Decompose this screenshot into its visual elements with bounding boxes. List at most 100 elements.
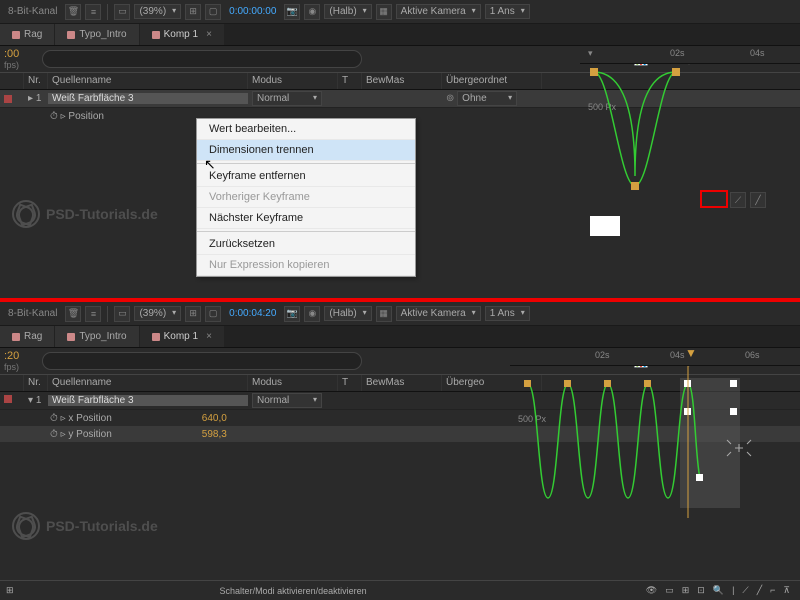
zoom-dropdown[interactable]: (39%) (134, 4, 181, 19)
watermark: PSD-Tutorials.de (12, 200, 158, 228)
channel-icon[interactable]: ◉ (304, 4, 320, 20)
channel-label: 8-Bit-Kanal (4, 308, 61, 319)
tab-typo-intro[interactable]: Typo_Intro (55, 326, 139, 347)
camera-dropdown[interactable]: Aktive Kamera (396, 4, 481, 19)
panel-menu-icon[interactable]: ≡ (85, 306, 101, 322)
close-icon[interactable]: × (206, 29, 212, 40)
tab-rag[interactable]: Rag (0, 326, 55, 347)
channel-icon[interactable]: ◉ (304, 306, 320, 322)
watermark: PSD-Tutorials.de (12, 512, 158, 540)
grid-icon[interactable]: ⊞ (185, 4, 201, 20)
menu-prev-keyframe: Vorheriger Keyframe (197, 187, 415, 208)
highlight-box (700, 190, 728, 208)
current-time[interactable]: :20 (4, 350, 19, 362)
graph-type-icon[interactable]: ▭ (665, 585, 674, 596)
trash-icon[interactable]: 🗑 (65, 306, 81, 322)
graph-editor-top[interactable]: ▾ 02s 04s 500 Px ⟋ ╱ (580, 46, 800, 276)
panel-menu-icon[interactable]: ≡ (85, 4, 101, 20)
col-trackmat: BewMas (362, 73, 442, 89)
timeline-tabs: Rag Typo_Intro Komp 1× (0, 326, 800, 348)
viewer-toolbar-bottom: 8-Bit-Kanal 🗑 ≡ ▭ (39%) ⊞ ▢ 0:00:04:20 📷… (0, 302, 800, 326)
keyframe-nav-icon[interactable]: ▹ (61, 413, 66, 424)
keyframe-nav-icon[interactable]: ▹ (61, 111, 66, 122)
col-visibility (0, 73, 24, 89)
viewer-toolbar-top: 8-Bit-Kanal 🗑 ≡ ▭ (39%) ⊞ ▢ 0:00:00:00 📷… (0, 0, 800, 24)
layer-name[interactable]: Weiß Farbfläche 3 (48, 93, 248, 104)
menu-separate-dimensions[interactable]: Dimensionen trennen (197, 140, 415, 161)
layer-name[interactable]: Weiß Farbfläche 3 (48, 395, 248, 406)
tab-rag[interactable]: Rag (0, 24, 55, 45)
expand-icon[interactable]: ▾ (28, 395, 33, 406)
transparency-icon[interactable]: ▦ (376, 306, 392, 322)
menu-reset[interactable]: Zurücksetzen (197, 234, 415, 255)
menu-next-keyframe[interactable]: Nächster Keyframe (197, 208, 415, 229)
trash-icon[interactable]: 🗑 (65, 4, 81, 20)
bezier-icon[interactable]: ⟋ (742, 585, 748, 596)
blend-mode-dropdown[interactable]: Normal (252, 393, 322, 408)
region-icon[interactable]: ▭ (114, 306, 130, 322)
quality-dropdown[interactable]: (Halb) (324, 306, 371, 321)
y-pos-value[interactable]: 598,3 (202, 429, 227, 440)
fit-icon[interactable]: ⊡ (697, 585, 705, 596)
mask-icon[interactable]: ▢ (205, 4, 221, 20)
zoom-icon[interactable]: 🔍 (713, 585, 724, 596)
camera-dropdown[interactable]: Aktive Kamera (396, 306, 481, 321)
timecode[interactable]: 0:00:04:20 (225, 308, 280, 319)
col-sourcename: Quellenname (48, 73, 248, 89)
stopwatch-icon[interactable]: ⏱ (50, 413, 58, 424)
autobezier-icon[interactable]: ╱ (757, 585, 762, 596)
x-pos-value[interactable]: 640,0 (202, 413, 227, 424)
tab-komp1[interactable]: Komp 1× (140, 24, 225, 45)
tab-komp1[interactable]: Komp 1× (140, 326, 225, 347)
grid-icon[interactable]: ⊞ (185, 306, 201, 322)
views-dropdown[interactable]: 1 Ans (485, 306, 530, 321)
timecode[interactable]: 0:00:00:00 (225, 6, 280, 17)
context-menu: Wert bearbeiten... Dimensionen trennen K… (196, 118, 416, 277)
search-input[interactable] (42, 352, 362, 370)
footer-bar: ⊞ Schalter/Modi aktivieren/deaktivieren … (0, 580, 800, 600)
transparency-icon[interactable]: ▦ (376, 4, 392, 20)
menu-edit-value[interactable]: Wert bearbeiten... (197, 119, 415, 140)
separator: | (732, 585, 734, 596)
linear-icon[interactable]: ╱ (750, 192, 766, 208)
fps-label: fps) (4, 362, 19, 372)
snap-icon[interactable]: ⊞ (682, 585, 690, 596)
blend-mode-dropdown[interactable]: Normal (252, 91, 322, 106)
cursor-icon: ↖ (204, 156, 216, 173)
current-time[interactable]: :00 (4, 48, 19, 60)
timeline-tabs: Rag Typo_Intro Komp 1× (0, 24, 800, 46)
close-icon[interactable]: × (206, 331, 212, 342)
parent-dropdown[interactable]: Ohne (457, 91, 517, 106)
region-icon[interactable]: ▭ (114, 4, 130, 20)
mask-icon[interactable]: ▢ (205, 306, 221, 322)
keyframe-nav-icon[interactable]: ▹ (61, 429, 66, 440)
zoom-dropdown[interactable]: (39%) (134, 306, 181, 321)
tab-typo-intro[interactable]: Typo_Intro (55, 24, 139, 45)
col-parent: Übergeordnet (442, 73, 542, 89)
stopwatch-icon[interactable]: ⏱ (50, 111, 58, 122)
channel-label: 8-Bit-Kanal (4, 6, 61, 17)
col-mode: Modus (248, 73, 338, 89)
graph-editor-bottom[interactable]: 02s 04s 06s ▼ 500 Px (510, 348, 800, 558)
quality-dropdown[interactable]: (Halb) (324, 4, 371, 19)
search-input[interactable] (42, 50, 362, 68)
watermark-logo-icon (12, 200, 40, 228)
watermark-logo-icon (12, 512, 40, 540)
views-dropdown[interactable]: 1 Ans (485, 4, 530, 19)
col-nr: Nr. (24, 73, 48, 89)
eye-icon[interactable]: 👁 (646, 585, 657, 596)
fps-label: fps) (4, 60, 19, 70)
preview-box (590, 216, 620, 236)
expand-icon[interactable]: ▸ (28, 93, 33, 104)
col-t: T (338, 73, 362, 89)
easy-ease-icon[interactable]: ⊼ (783, 585, 790, 596)
menu-remove-keyframe[interactable]: Keyframe entfernen (197, 166, 415, 187)
value-graph[interactable] (510, 348, 800, 538)
snapshot-icon[interactable]: 📷 (284, 306, 300, 322)
toggle-switches-icon[interactable]: ⊞ (6, 585, 14, 596)
stopwatch-icon[interactable]: ⏱ (50, 429, 58, 440)
snapshot-icon[interactable]: 📷 (284, 4, 300, 20)
footer-text[interactable]: Schalter/Modi aktivieren/deaktivieren (220, 586, 367, 596)
linear-icon[interactable]: ⌐ (770, 585, 775, 596)
bezier-icon[interactable]: ⟋ (730, 192, 746, 208)
